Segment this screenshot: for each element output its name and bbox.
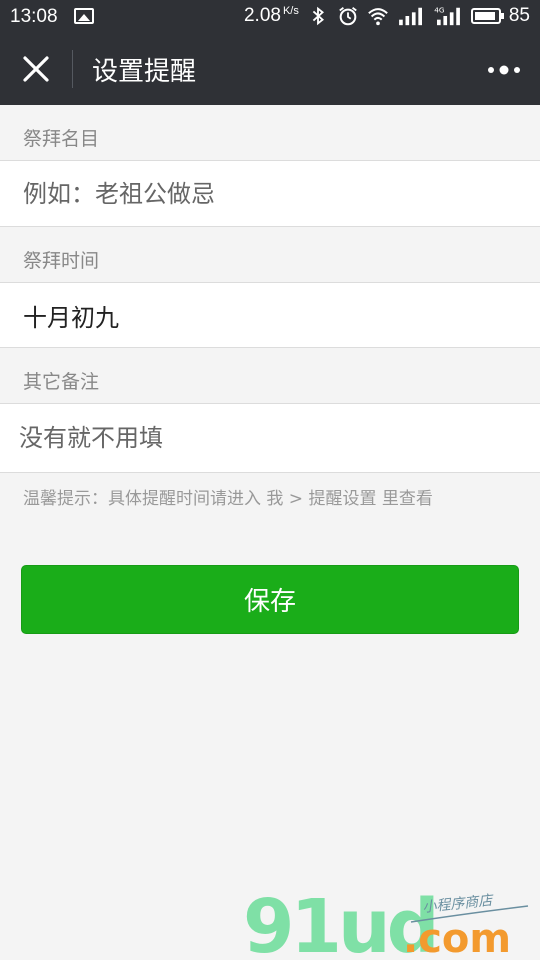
more-dots-icon — [488, 65, 520, 75]
4g-signal-icon: 4G — [434, 5, 460, 26]
name-input[interactable] — [23, 161, 523, 226]
time-input[interactable] — [23, 283, 523, 347]
status-right-group: 2.08 K/s 4G 85 — [244, 5, 530, 27]
status-bar: 13:08 2.08 K/s 4G 85 — [0, 0, 540, 34]
save-button-label: 保存 — [243, 587, 296, 617]
svg-text:4G: 4G — [434, 5, 445, 14]
alarm-icon — [339, 7, 357, 26]
battery-level: 85 — [508, 5, 530, 26]
network-speed: 2.08 K/s — [244, 5, 299, 27]
signal-icon — [398, 7, 422, 26]
close-button[interactable] — [16, 52, 56, 88]
save-button[interactable]: 保存 — [21, 565, 519, 634]
time-field-row — [0, 282, 540, 348]
wifi-icon — [368, 8, 388, 26]
page-title: 设置提醒 — [92, 57, 197, 87]
more-button[interactable] — [486, 60, 522, 80]
note-input[interactable] — [19, 404, 519, 472]
bluetooth-icon — [312, 6, 324, 26]
battery-icon — [470, 8, 504, 24]
watermark-logo: 91ud .com 小程序商店 — [243, 888, 529, 958]
nav-bar: 设置提醒 — [0, 34, 540, 105]
network-speed-unit: K/s — [282, 5, 299, 17]
close-icon — [23, 56, 49, 82]
image-notification-icon — [74, 8, 94, 24]
note-section-label: 其它备注 — [23, 371, 100, 393]
note-field-row — [0, 403, 540, 473]
watermark-domain: .com — [403, 916, 511, 958]
network-speed-value: 2.08 — [243, 5, 281, 26]
name-section-label: 祭拜名目 — [23, 128, 100, 150]
status-time: 13:08 — [10, 6, 58, 27]
tip-text: 温馨提示：具体提醒时间请进入 我 > 提醒设置 里查看 — [23, 489, 433, 509]
time-section-label: 祭拜时间 — [23, 250, 100, 272]
nav-divider — [72, 50, 73, 88]
name-field-row — [0, 160, 540, 227]
